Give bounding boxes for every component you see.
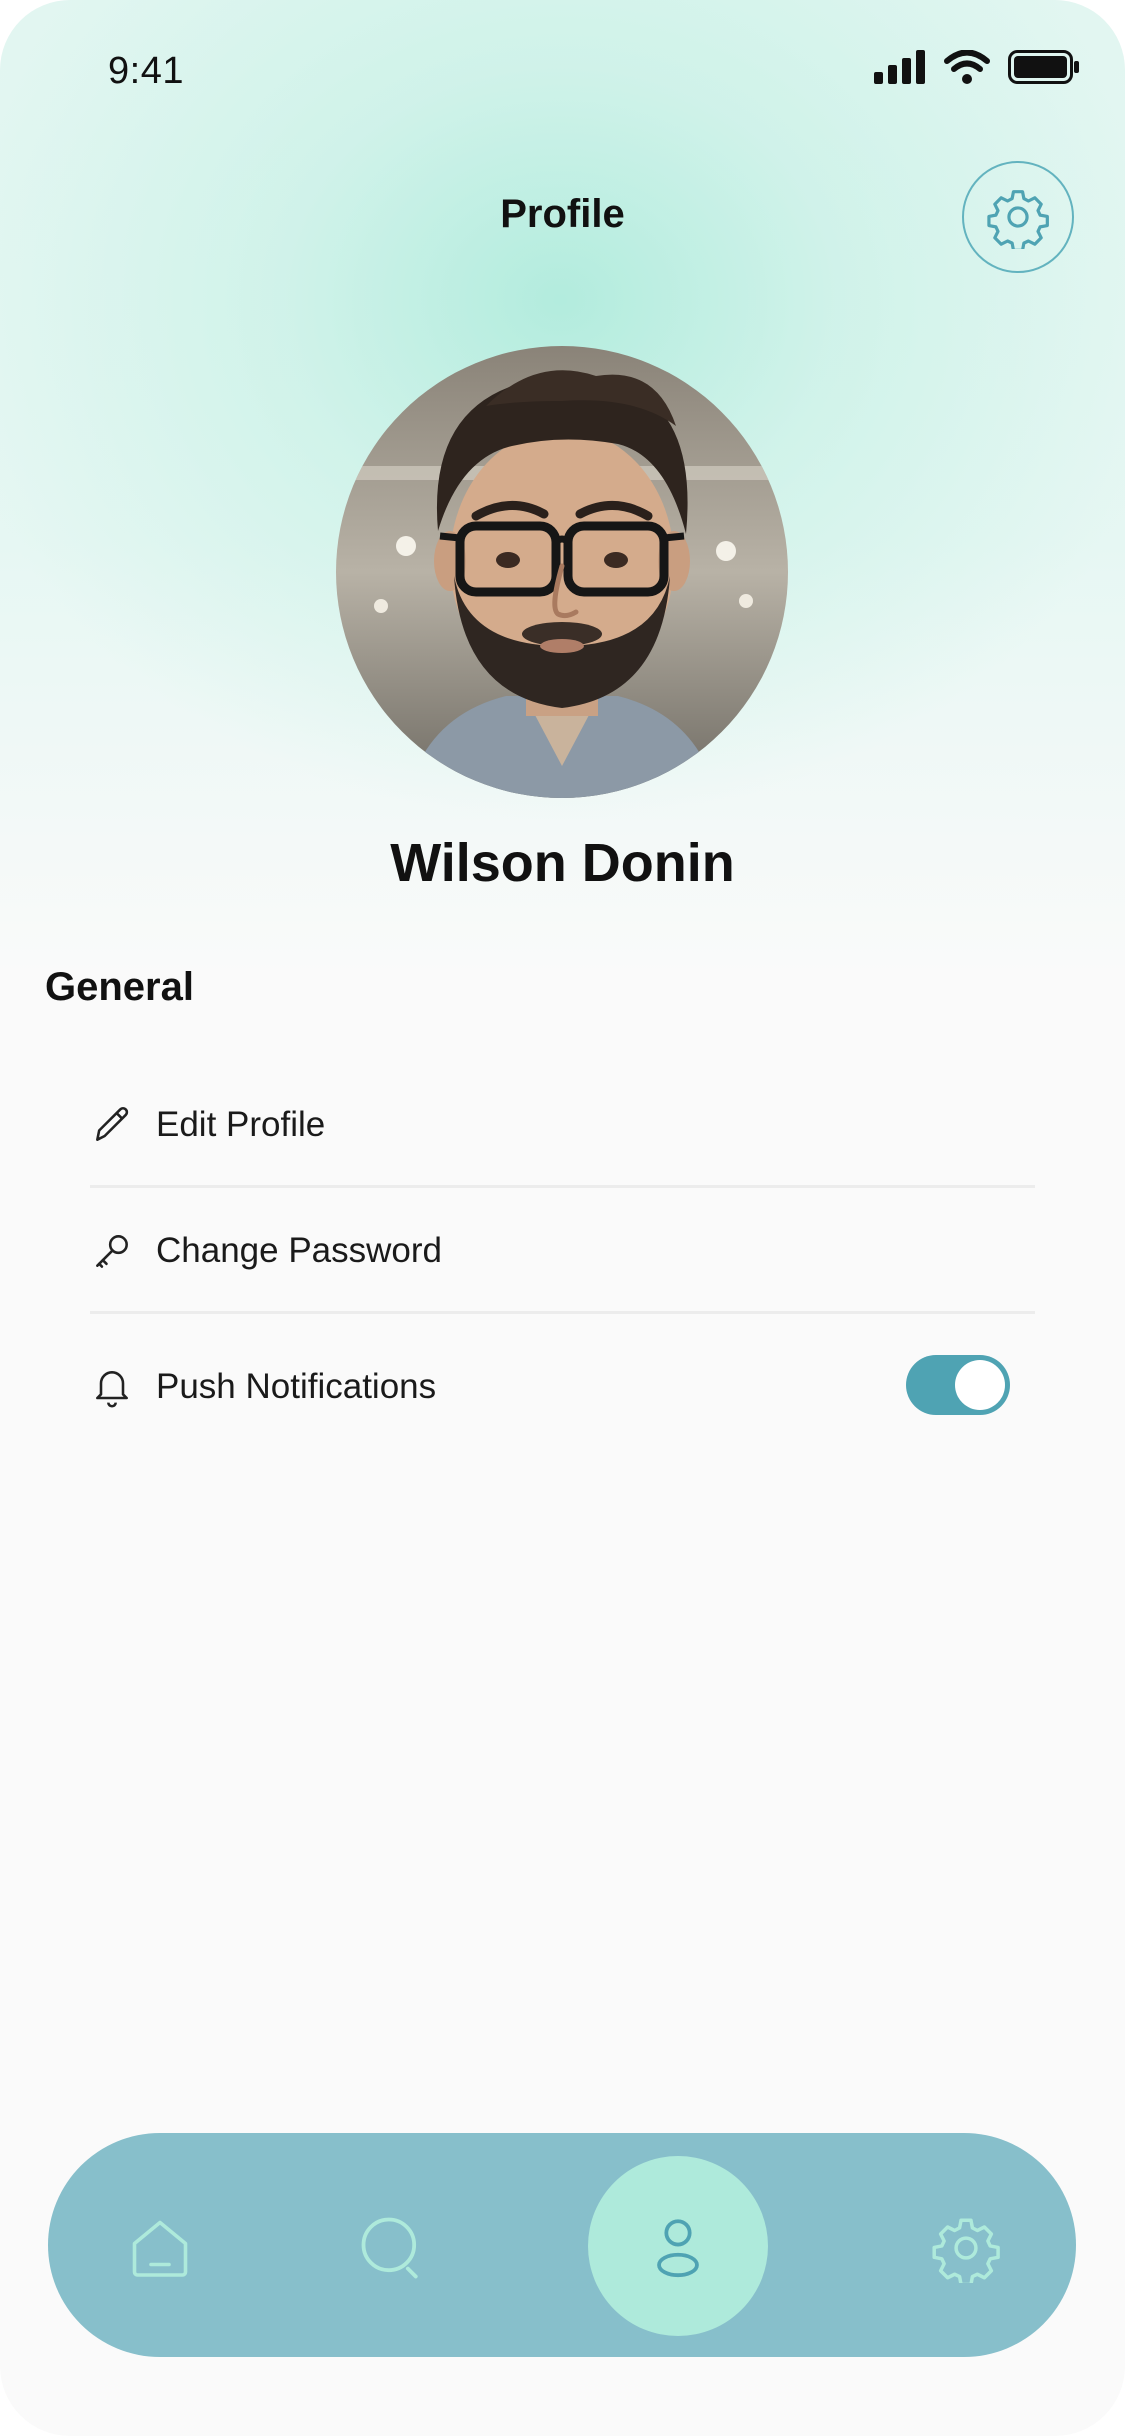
push-notifications-toggle[interactable] <box>906 1355 1010 1415</box>
menu-item-edit-profile[interactable]: Edit Profile <box>90 1062 1035 1188</box>
menu-item-change-password[interactable]: Change Password <box>90 1188 1035 1314</box>
status-bar: 9:41 <box>0 0 1125 140</box>
bell-icon <box>90 1365 134 1409</box>
nav-profile-button[interactable] <box>588 2156 768 2336</box>
status-time: 9:41 <box>108 50 184 92</box>
pencil-icon <box>90 1103 134 1147</box>
key-icon <box>90 1229 134 1273</box>
toggle-knob <box>955 1360 1005 1410</box>
nav-search-button[interactable] <box>350 2206 434 2290</box>
bottom-nav <box>48 2133 1076 2357</box>
avatar-portrait <box>336 346 788 798</box>
search-icon <box>361 2217 418 2279</box>
battery-icon <box>1008 50 1079 84</box>
section-title-general: General <box>45 965 194 1009</box>
menu-item-label: Edit Profile <box>156 1105 326 1144</box>
page-title: Profile <box>500 192 625 236</box>
nav-home-button[interactable] <box>118 2208 202 2288</box>
wifi-icon <box>944 50 990 84</box>
cellular-signal-icon <box>874 50 925 84</box>
status-icons <box>874 50 1080 84</box>
home-icon <box>132 2220 188 2277</box>
gear-icon <box>987 190 1049 249</box>
avatar[interactable] <box>336 346 788 798</box>
nav-settings-button[interactable] <box>924 2206 1008 2290</box>
divider <box>90 1311 1035 1314</box>
user-name: Wilson Donin <box>390 833 735 893</box>
settings-button[interactable] <box>962 161 1074 273</box>
menu-item-label: Push Notifications <box>156 1367 437 1406</box>
user-icon <box>657 2219 699 2278</box>
menu-item-label: Change Password <box>156 1231 442 1270</box>
gear-icon <box>932 2218 1000 2283</box>
phone-screen: 9:41 Profile Wilson Donin General Edit P… <box>0 0 1125 2436</box>
menu-item-push-notifications[interactable]: Push Notifications <box>90 1324 1035 1450</box>
